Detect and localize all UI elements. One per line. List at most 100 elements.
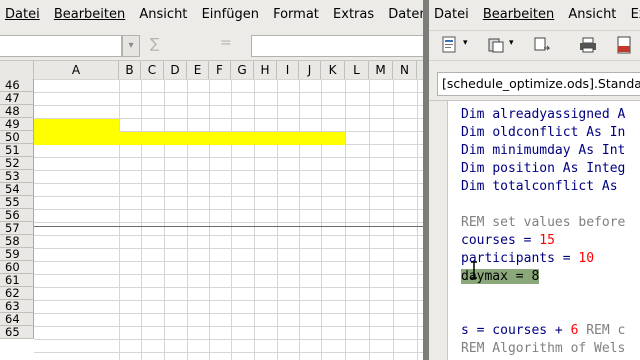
code-token: Dim	[461, 125, 493, 140]
code-token: totalconflict As	[492, 179, 618, 194]
grid-line	[277, 79, 278, 360]
code-token: alreadyassigned A	[492, 107, 626, 122]
column-header-i[interactable]: I	[277, 61, 299, 79]
ide-menu-datei[interactable]: Datei	[429, 0, 474, 30]
grid-line	[254, 79, 255, 360]
code-line[interactable]: Dim oldconflict As In	[461, 124, 625, 142]
code-line[interactable]: REM Algorithm of Wels	[461, 340, 625, 358]
column-header-k[interactable]: K	[321, 61, 345, 79]
row-headers: 46 47 48 49 50 51 52 53 54 55 56 57 58 5…	[0, 79, 34, 339]
sum-icon[interactable]: ∑	[150, 36, 159, 52]
cell-grid[interactable]	[34, 79, 423, 360]
code-token: courses =	[461, 233, 540, 248]
function-icon[interactable]: =	[220, 35, 232, 51]
column-header-l[interactable]: L	[345, 61, 369, 79]
column-header-e[interactable]: E	[187, 61, 209, 79]
menu-bearbeiten[interactable]: Bearbeiten	[49, 0, 130, 30]
grid-line	[231, 79, 232, 360]
column-header-n[interactable]: N	[393, 61, 417, 79]
highlighted-range-row-50[interactable]	[34, 132, 345, 145]
document-name-box[interactable]: [schedule_optimize.ods].Standar	[437, 72, 640, 96]
code-comment: REM c	[578, 323, 626, 338]
column-header-d[interactable]: D	[164, 61, 187, 79]
formula-input[interactable]	[251, 35, 423, 57]
row-header[interactable]: 65	[0, 326, 34, 339]
menu-extras[interactable]: Extras	[328, 0, 379, 30]
ide-menu-extras[interactable]: Ex	[626, 0, 640, 30]
printer-icon[interactable]	[579, 36, 597, 54]
column-headers: A B C D E F G H I J K L M N	[0, 61, 423, 80]
code-line[interactable]: courses = 15	[461, 232, 625, 250]
code-line[interactable]	[461, 286, 625, 304]
chevron-down-icon[interactable]: ▾	[509, 38, 514, 48]
code-line[interactable]: REM set values before	[461, 214, 625, 232]
column-header-a[interactable]: A	[34, 61, 119, 79]
corner-select-all[interactable]	[0, 61, 34, 79]
ide-menu-bearbeiten[interactable]: Bearbeiten	[478, 0, 559, 30]
calc-menubar: Datei Bearbeiten Ansicht Einfügen Format…	[0, 0, 423, 31]
code-line[interactable]	[461, 196, 625, 214]
menu-datei[interactable]: Datei	[0, 0, 45, 30]
code-token: Dim	[461, 161, 493, 176]
formula-bar: ▾ ∑ =	[0, 30, 423, 61]
menu-format[interactable]: Format	[268, 0, 324, 30]
grid-line	[369, 79, 370, 360]
document-icon[interactable]	[441, 36, 459, 54]
code-token: Dim	[461, 107, 493, 122]
pdf-export-icon[interactable]	[615, 36, 633, 54]
code-token: s = courses +	[461, 323, 571, 338]
menu-daten[interactable]: Daten	[383, 0, 423, 30]
grid-line	[345, 79, 346, 360]
split-line	[34, 226, 423, 227]
grid-line	[119, 79, 120, 360]
code-comment: REM set values before	[461, 215, 626, 230]
grid-line	[141, 79, 142, 360]
code-line[interactable]: daymax = 8	[461, 268, 625, 286]
copy-icon[interactable]	[487, 36, 505, 54]
insert-icon[interactable]	[533, 36, 551, 54]
code-token: Dim	[461, 179, 493, 194]
code-number: 15	[539, 233, 555, 248]
code-line[interactable]: participants = 10	[461, 250, 625, 268]
highlighted-cell-a49[interactable]	[34, 119, 119, 132]
code-line[interactable]: s = courses + 6 REM c	[461, 322, 625, 340]
name-box[interactable]	[0, 35, 122, 57]
ide-menubar: Datei Bearbeiten Ansicht Ex	[429, 0, 640, 31]
code-comment: REM Algorithm of Wels	[461, 341, 626, 356]
name-box-dropdown[interactable]: ▾	[122, 35, 140, 57]
ide-toolbar: ▾ ▾	[429, 30, 640, 61]
code-token: Dim	[461, 143, 493, 158]
column-header-f[interactable]: F	[209, 61, 231, 79]
code-line[interactable]: Dim totalconflict As	[461, 178, 625, 196]
menu-einfuegen[interactable]: Einfügen	[197, 0, 264, 30]
code-line[interactable]: Dim minimumday As Int	[461, 142, 625, 160]
column-header-j[interactable]: J	[299, 61, 321, 79]
chevron-down-icon[interactable]: ▾	[463, 38, 468, 48]
basic-ide-window: Datei Bearbeiten Ansicht Ex ▾ ▾ [schedul…	[429, 0, 640, 360]
ide-menu-ansicht[interactable]: Ansicht	[563, 0, 621, 30]
grid-line	[209, 79, 210, 360]
grid-line	[417, 79, 418, 360]
code-token: position As Integ	[492, 161, 626, 176]
code-line[interactable]	[461, 304, 625, 322]
code-line[interactable]: Dim position As Integ	[461, 160, 625, 178]
column-header-c[interactable]: C	[141, 61, 164, 79]
text-cursor-icon	[471, 261, 477, 279]
column-header-b[interactable]: B	[119, 61, 141, 79]
code-line[interactable]: Dim alreadyassigned A	[461, 106, 625, 124]
grid-line	[321, 79, 322, 360]
grid-line	[393, 79, 394, 360]
code-number: 10	[578, 251, 595, 266]
code-token: oldconflict As In	[492, 125, 626, 140]
grid-line	[187, 79, 188, 360]
menu-ansicht[interactable]: Ansicht	[134, 0, 192, 30]
code-editor[interactable]: Dim alreadyassigned A Dim oldconflict As …	[429, 100, 640, 360]
editor-gutter	[429, 101, 448, 360]
column-header-m[interactable]: M	[369, 61, 393, 79]
grid-line	[299, 79, 300, 360]
code-area[interactable]: Dim alreadyassigned A Dim oldconflict As …	[461, 106, 625, 360]
column-header-g[interactable]: G	[231, 61, 254, 79]
grid-line	[164, 79, 165, 360]
calc-window: Datei Bearbeiten Ansicht Einfügen Format…	[0, 0, 423, 360]
column-header-h[interactable]: H	[254, 61, 277, 79]
